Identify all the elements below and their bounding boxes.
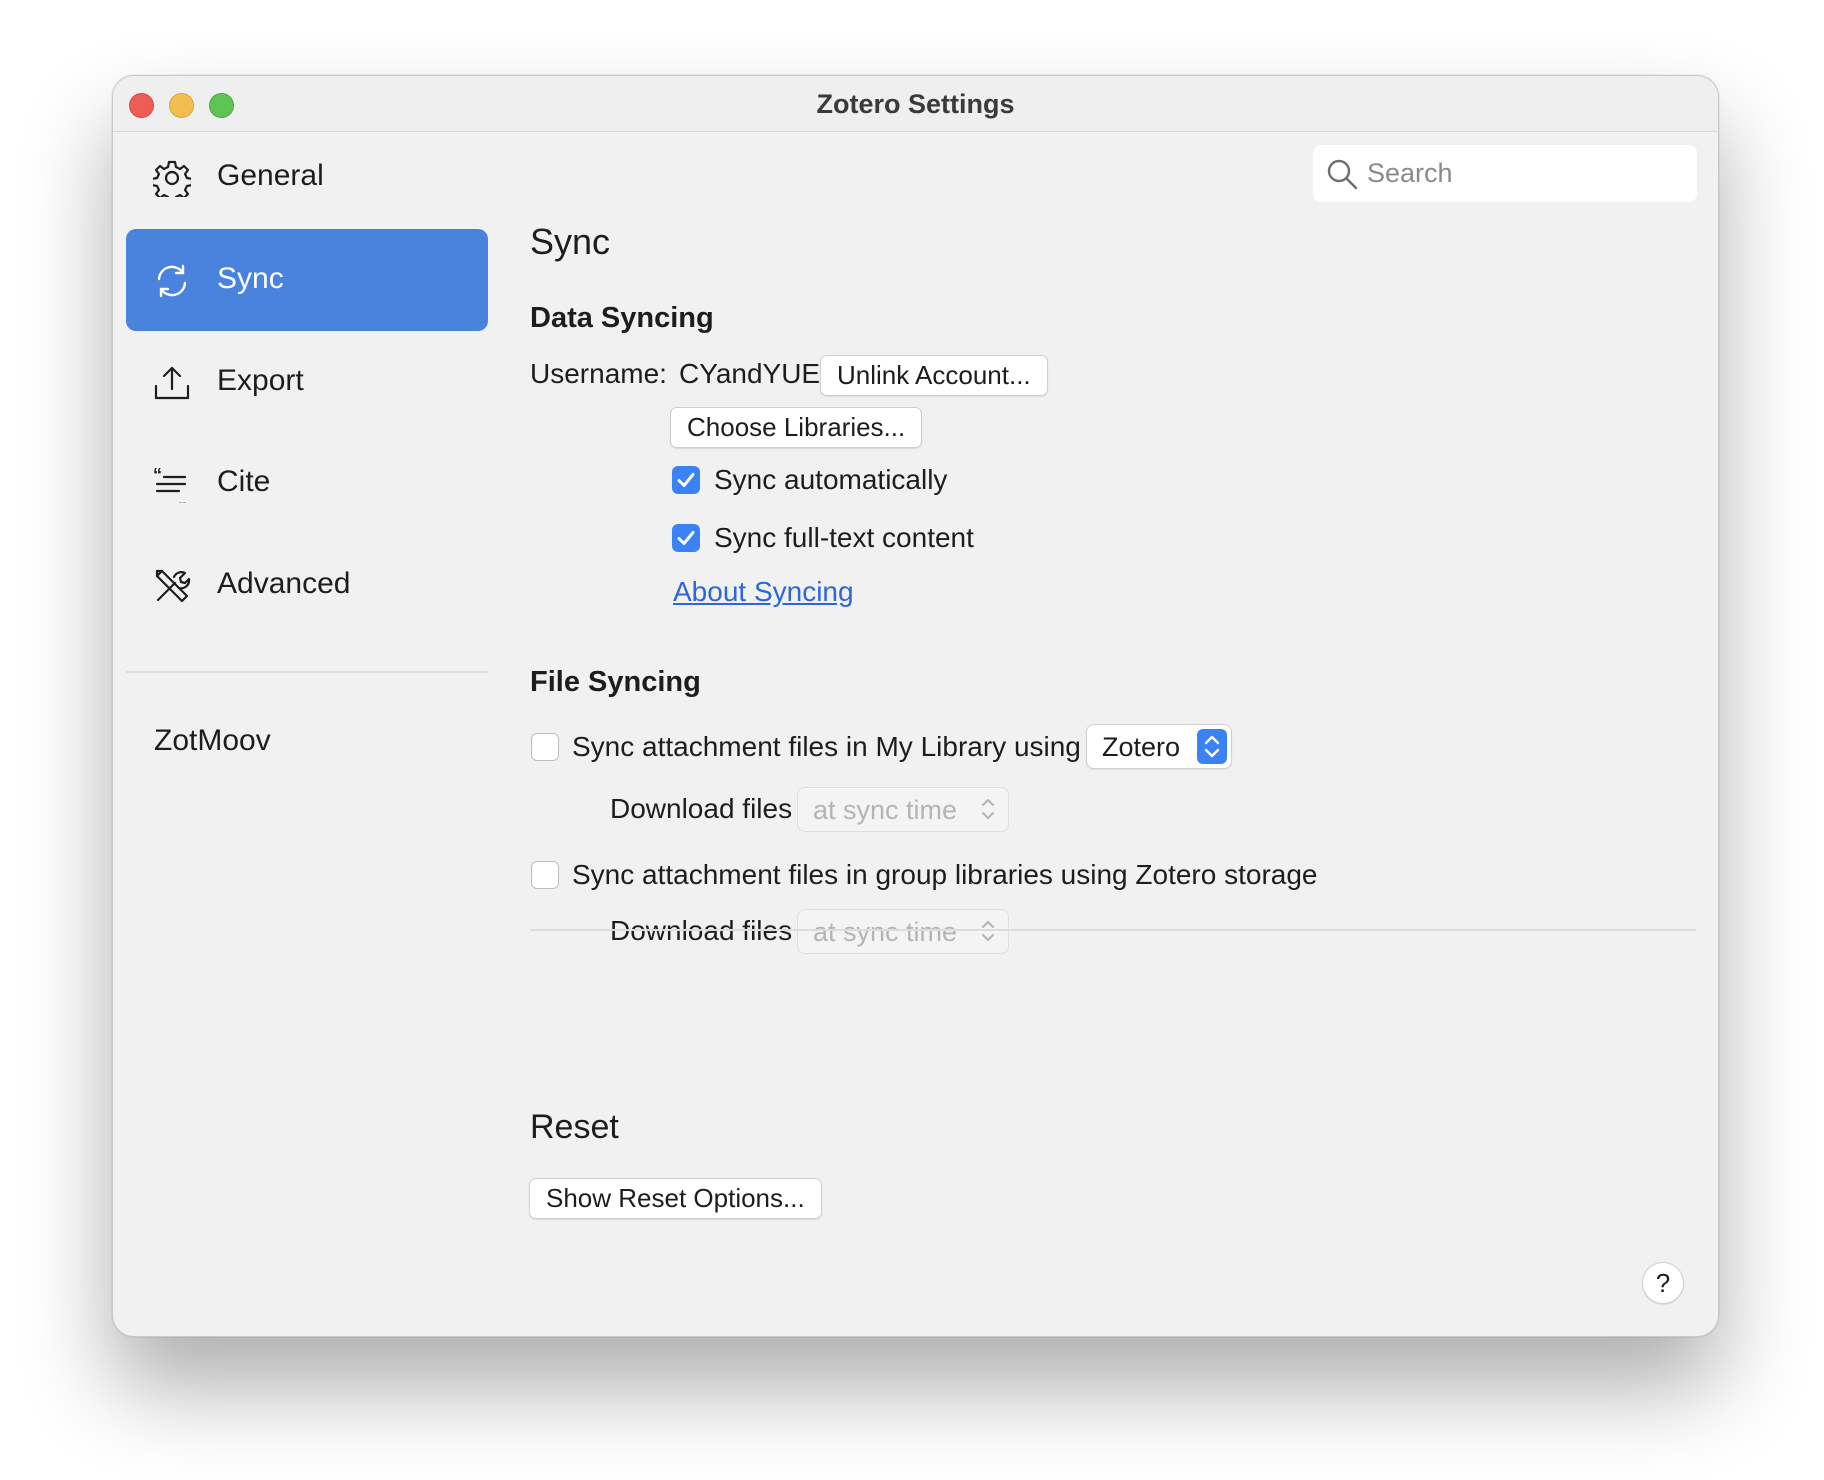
gear-icon — [150, 159, 194, 204]
sidebar-divider — [126, 671, 488, 673]
file-sync-service-select[interactable]: Zotero — [1086, 724, 1232, 769]
sidebar-item-sync[interactable]: Sync — [126, 229, 488, 331]
unlink-account-button[interactable]: Unlink Account... — [820, 355, 1048, 396]
svg-text:“: “ — [153, 465, 162, 485]
sidebar-item-label: Cite — [217, 465, 271, 498]
section-divider — [530, 929, 1696, 931]
username-value: CYandYUE — [679, 358, 821, 389]
export-icon — [153, 364, 191, 402]
cite-icon: “ „ — [153, 465, 191, 509]
title-bar: Zotero Settings — [113, 76, 1718, 132]
checkmark-icon — [677, 531, 695, 545]
sync-my-library-files-label: Sync attachment files in My Library usin… — [572, 731, 1081, 762]
sync-automatically-checkbox[interactable] — [672, 466, 700, 494]
group-library-download-label: Download files — [610, 915, 793, 946]
username-label: Username: — [530, 358, 667, 389]
sync-icon — [153, 262, 191, 300]
about-syncing-link[interactable]: About Syncing — [673, 576, 854, 608]
select-stepper-icon — [978, 916, 998, 946]
search-icon — [1325, 157, 1359, 191]
choose-libraries-button[interactable]: Choose Libraries... — [670, 407, 923, 448]
my-library-download-value: at sync time — [813, 795, 958, 825]
file-sync-service-value: Zotero — [1102, 732, 1181, 762]
checkmark-icon — [677, 473, 695, 487]
my-library-download-select[interactable]: at sync time — [797, 787, 1009, 832]
select-stepper-icon — [978, 794, 998, 824]
sidebar-item-zotmoov[interactable]: ZotMoov — [154, 724, 271, 758]
help-button[interactable]: ? — [1642, 1262, 1684, 1304]
group-library-download-select[interactable]: at sync time — [797, 909, 1009, 954]
group-library-download-value: at sync time — [813, 917, 958, 947]
data-syncing-heading: Data Syncing — [530, 302, 714, 334]
sidebar-item-advanced[interactable]: Advanced — [126, 534, 488, 636]
sync-fulltext-checkbox[interactable] — [672, 524, 700, 552]
sidebar-item-label: General — [217, 159, 324, 192]
file-syncing-heading: File Syncing — [530, 666, 701, 698]
sidebar-item-export[interactable]: Export — [126, 331, 488, 433]
select-stepper-icon — [1197, 729, 1227, 764]
my-library-download-label: Download files — [610, 793, 793, 824]
sync-automatically-label: Sync automatically — [714, 464, 948, 495]
sidebar-item-cite[interactable]: “ „ Cite — [126, 432, 488, 534]
sync-group-library-files-label: Sync attachment files in group libraries… — [572, 859, 1318, 890]
page-title: Sync — [530, 221, 611, 262]
tools-icon — [153, 567, 191, 605]
sidebar-item-label: Sync — [217, 262, 284, 295]
sidebar-item-label: Advanced — [217, 567, 351, 600]
sync-group-library-files-checkbox[interactable] — [531, 861, 559, 889]
sidebar-item-label: Export — [217, 364, 304, 397]
sync-fulltext-label: Sync full-text content — [714, 522, 974, 553]
search-input[interactable] — [1367, 153, 1685, 193]
settings-window: Zotero Settings General Sync Export “ „ … — [112, 75, 1719, 1337]
sidebar-item-general[interactable]: General — [126, 126, 488, 228]
sync-my-library-files-checkbox[interactable] — [531, 733, 559, 761]
reset-heading: Reset — [530, 1108, 619, 1146]
search-field[interactable] — [1313, 145, 1697, 202]
window-title: Zotero Settings — [816, 89, 1015, 119]
show-reset-options-button[interactable]: Show Reset Options... — [529, 1178, 822, 1219]
